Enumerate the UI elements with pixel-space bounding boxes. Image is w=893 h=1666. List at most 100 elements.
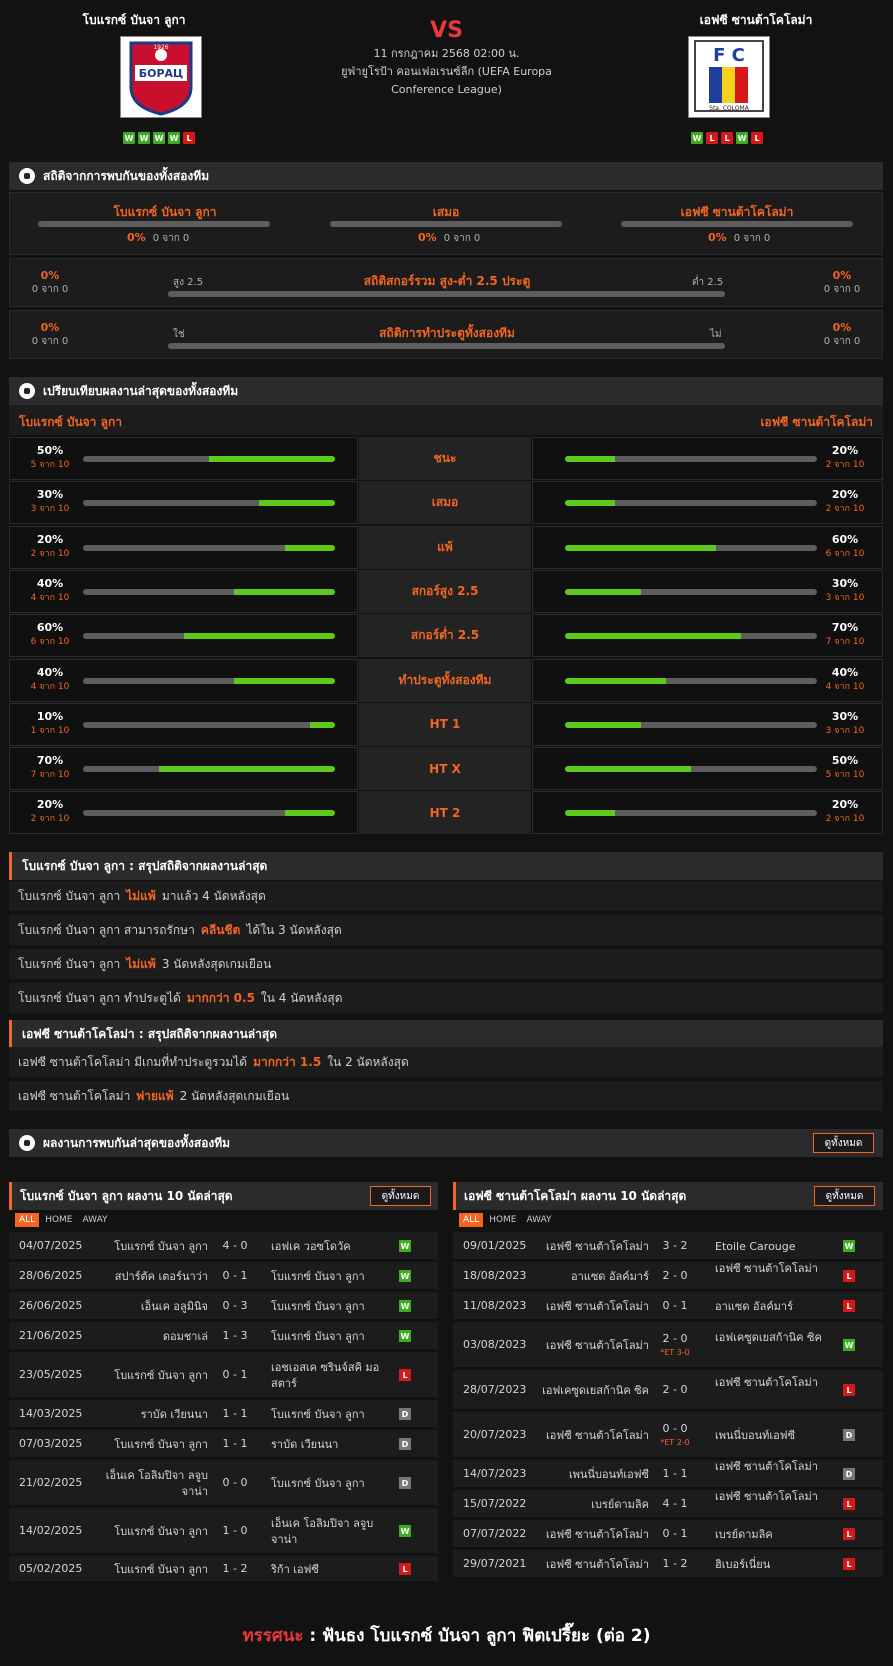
match-row[interactable]: 04/07/2025 โบแรกซ์ บันจา ลูกา 4 - 0 เอฟเค ว… [9, 1232, 438, 1260]
match-row[interactable]: 07/03/2025 โบแรกซ์ บันจา ลูกา 1 - 1 ราบัด เ… [9, 1430, 438, 1458]
match-home-team[interactable]: เอฟซี ซานต้าโคโลม่า [533, 1527, 649, 1543]
compare-home-bar [83, 810, 335, 817]
match-row[interactable]: 03/08/2023 เอฟซี ซานต้าโคโลม่า 2 - 0 *ET 3-… [453, 1322, 883, 1368]
match-home-team[interactable]: เพนนี่บอนท์เอฟซี [533, 1467, 649, 1483]
btts-right-label: ไม่ [710, 329, 722, 340]
match-row[interactable]: 09/01/2025 เอฟซี ซานต้าโคโลม่า 3 - 2 Etoile… [453, 1232, 883, 1260]
away-team-logo[interactable]: F C Sta. COLOMA [688, 36, 770, 118]
match-row[interactable]: 20/07/2023 เอฟซี ซานต้าโคโลม่า 0 - 0 *ET 2-… [453, 1412, 883, 1458]
away-team-name[interactable]: เอฟซี ซานต้าโคโลม่า [666, 11, 846, 30]
match-score: 4 - 1 [655, 1497, 695, 1511]
match-home-team[interactable]: เบรย์ดามลิค [533, 1497, 649, 1513]
match-score-value: 1 - 2 [662, 1557, 688, 1570]
match-away-team[interactable]: Etoile Carouge [715, 1239, 825, 1255]
match-row[interactable]: 28/07/2023 เอฟเคซูดเยสก้านิค ซิค 2 - 0 เอฟซ… [453, 1370, 883, 1410]
match-away-team[interactable]: ฮิเบอร์เนี่ยน [715, 1557, 825, 1573]
summary-highlight: คลีนชีต [200, 922, 241, 937]
tab-away[interactable]: AWAY [523, 1213, 556, 1227]
match-away-team[interactable]: เอฟเค วอซโดวัค [271, 1239, 381, 1255]
match-away-team[interactable]: เบรย์ดามลิค [715, 1527, 825, 1543]
compare-home-of: 4 จาก 10 [30, 681, 70, 692]
tab-away[interactable]: AWAY [79, 1213, 112, 1227]
match-date: 18/08/2023 [463, 1269, 527, 1282]
compare-home-cell: 30% 3 จาก 10 [9, 481, 358, 525]
match-away-team[interactable]: โบแรกซ์ บันจา ลูกา [271, 1269, 381, 1285]
match-away-team[interactable]: เอ็นเค โอลิมปิจา ลจูบ จาน่า [271, 1516, 381, 1548]
match-home-team[interactable]: โบแรกซ์ บันจา ลูกา [94, 1562, 208, 1578]
match-home-team[interactable]: เอฟซี ซานต้าโคโลม่า [533, 1428, 649, 1444]
match-home-team[interactable]: ดอมชาเล่ [94, 1329, 208, 1345]
match-away-team[interactable]: เอฟซี ซานต้าโคโลม่า [715, 1459, 825, 1475]
match-row[interactable]: 26/06/2025 เอ็นเค อลูมินิจ 0 - 3 โบแรกซ์ บั… [9, 1292, 438, 1320]
match-row[interactable]: 21/06/2025 ดอมชาเล่ 1 - 3 โบแรกซ์ บันจา ลูก… [9, 1322, 438, 1350]
compare-home-cell: 20% 2 จาก 10 [9, 791, 358, 835]
away-form: WLLWL [691, 132, 763, 144]
match-home-team[interactable]: โบแรกซ์ บันจา ลูกา [94, 1437, 208, 1453]
last-home-view-all-button[interactable]: ดูทั้งหมด [370, 1186, 431, 1206]
match-away-team[interactable]: ราบัด เวียนนา [271, 1437, 381, 1453]
compare-away-cell: 30% 3 จาก 10 [532, 702, 883, 746]
home-team-logo[interactable]: БОРАЦ 1926 [120, 36, 202, 118]
match-home-team[interactable]: เอ็นเค โอลิมปิจา ลจูบ จาน่า [94, 1468, 208, 1500]
match-score: 1 - 0 [215, 1524, 255, 1538]
last-away-view-all-button[interactable]: ดูทั้งหมด [814, 1186, 875, 1206]
match-score: 2 - 0 [655, 1269, 695, 1283]
match-away-team[interactable]: โบแรกซ์ บันจา ลูกา [271, 1476, 381, 1492]
compare-home-pct-value: 50% [36, 444, 64, 457]
match-away-team[interactable]: โบแรกซ์ บันจา ลูกา [271, 1407, 381, 1423]
match-row[interactable]: 21/02/2025 เอ็นเค โอลิมปิจา ลจูบ จาน่า 0 -… [9, 1460, 438, 1506]
match-home-team[interactable]: เอฟซี ซานต้าโคโลม่า [533, 1239, 649, 1255]
match-row[interactable]: 07/07/2022 เอฟซี ซานต้าโคโลม่า 0 - 1 เบรย์ด… [453, 1520, 883, 1548]
match-away-team[interactable]: ริก้า เอฟซี [271, 1562, 381, 1578]
match-home-team[interactable]: โบแรกซ์ บันจา ลูกา [94, 1368, 208, 1384]
match-away-team[interactable]: เอฟซี ซานต้าโคโลม่า [715, 1489, 825, 1505]
match-home-team[interactable]: โบแรกซ์ บันจา ลูกา [94, 1239, 208, 1255]
summary-tail: ใน 4 นัดหลังสุด [260, 990, 343, 1005]
match-row[interactable]: 11/08/2023 เอฟซี ซานต้าโคโลม่า 0 - 1 อาแซด … [453, 1292, 883, 1320]
match-away-team[interactable]: เอฟเคซูดเยสก้านิค ซิค [715, 1330, 825, 1346]
tab-home[interactable]: HOME [485, 1213, 520, 1227]
recent-view-all-button[interactable]: ดูทั้งหมด [813, 1133, 874, 1153]
match-row[interactable]: 14/02/2025 โบแรกซ์ บันจา ลูกา 1 - 0 เอ็นเค … [9, 1508, 438, 1554]
match-home-team[interactable]: เอฟเคซูดเยสก้านิค ซิค [533, 1383, 649, 1399]
match-row[interactable]: 05/02/2025 โบแรกซ์ บันจา ลูกา 1 - 2 ริก้า เ… [9, 1556, 438, 1582]
match-score-value: 1 - 1 [222, 1407, 248, 1420]
match-home-team[interactable]: โบแรกซ์ บันจา ลูกา [94, 1524, 208, 1540]
tab-all[interactable]: ALL [459, 1213, 484, 1227]
tab-all[interactable]: ALL [15, 1213, 40, 1227]
match-away-team[interactable]: โบแรกซ์ บันจา ลูกา [271, 1329, 381, 1345]
match-row[interactable]: 29/07/2021 เอฟซี ซานต้าโคโลม่า 1 - 2 ฮิเบอร… [453, 1550, 883, 1578]
match-home-team[interactable]: เอ็นเค อลูมินิจ [94, 1299, 208, 1315]
match-row[interactable]: 28/06/2025 สปาร์ตัค เตอร์นาว่า 0 - 1 โบแรกซ… [9, 1262, 438, 1290]
match-row[interactable]: 18/08/2023 อาแซด อัลค์มาร์ 2 - 0 เอฟซี ซานต… [453, 1262, 883, 1290]
match-row[interactable]: 15/07/2022 เบรย์ดามลิค 4 - 1 เอฟซี ซานต้าโค… [453, 1490, 883, 1518]
h2h-away-of: 0 จาก 0 [733, 233, 771, 244]
tab-home[interactable]: HOME [41, 1213, 76, 1227]
match-away-team[interactable]: เอฟซี ซานต้าโคโลม่า [715, 1261, 825, 1277]
match-home-team[interactable]: สปาร์ตัค เตอร์นาว่า [94, 1269, 208, 1285]
h2h-draw: เสมอ [331, 203, 561, 222]
match-row[interactable]: 14/03/2025 ราบัด เวียนนา 1 - 1 โบแรกซ์ บันจ… [9, 1400, 438, 1428]
match-away-team[interactable]: อาแซด อัลค์มาร์ [715, 1299, 825, 1315]
compare-away-pct: 50% 5 จาก 10 [815, 754, 875, 782]
compare-away-cell: 50% 5 จาก 10 [532, 747, 883, 791]
match-away-team[interactable]: เอฟซี ซานต้าโคโลม่า [715, 1375, 825, 1391]
compare-row: 70% 7 จาก 10 HT X 50% 5 จาก 10 [9, 747, 883, 791]
compare-away-bar-fill [565, 810, 616, 817]
match-row[interactable]: 14/07/2023 เพนนี่บอนท์เอฟซี 1 - 1 เอฟซี ซาน… [453, 1460, 883, 1488]
match-home-team[interactable]: เอฟซี ซานต้าโคโลม่า [533, 1557, 649, 1573]
match-home-team[interactable]: อาแซด อัลค์มาร์ [533, 1269, 649, 1285]
match-away-team[interactable]: เพนนี่บอนท์เอฟซี [715, 1428, 825, 1444]
match-row[interactable]: 23/05/2025 โบแรกซ์ บันจา ลูกา 0 - 1 เอชเอสเ… [9, 1352, 438, 1398]
match-home-team[interactable]: ราบัด เวียนนา [94, 1407, 208, 1423]
match-result-badge: D [399, 1477, 411, 1489]
match-home-team[interactable]: เอฟซี ซานต้าโคโลม่า [533, 1299, 649, 1315]
compare-home-pct: 10% 1 จาก 10 [20, 710, 80, 738]
match-home-team[interactable]: เอฟซี ซานต้าโคโลม่า [533, 1338, 649, 1354]
compare-home-bar [83, 633, 335, 640]
away-form-badge: L [721, 132, 733, 144]
h2h-away-label: เอฟซี ซานต้าโคโลม่า [680, 205, 794, 219]
recent-section-header: ผลงานการพบกันล่าสุดของทั้งสองทีม [9, 1129, 883, 1157]
match-away-team[interactable]: โบแรกซ์ บันจา ลูกา [271, 1299, 381, 1315]
match-away-team[interactable]: เอชเอสเค ซรินจ์สคิ มอสตาร์ [271, 1360, 381, 1392]
